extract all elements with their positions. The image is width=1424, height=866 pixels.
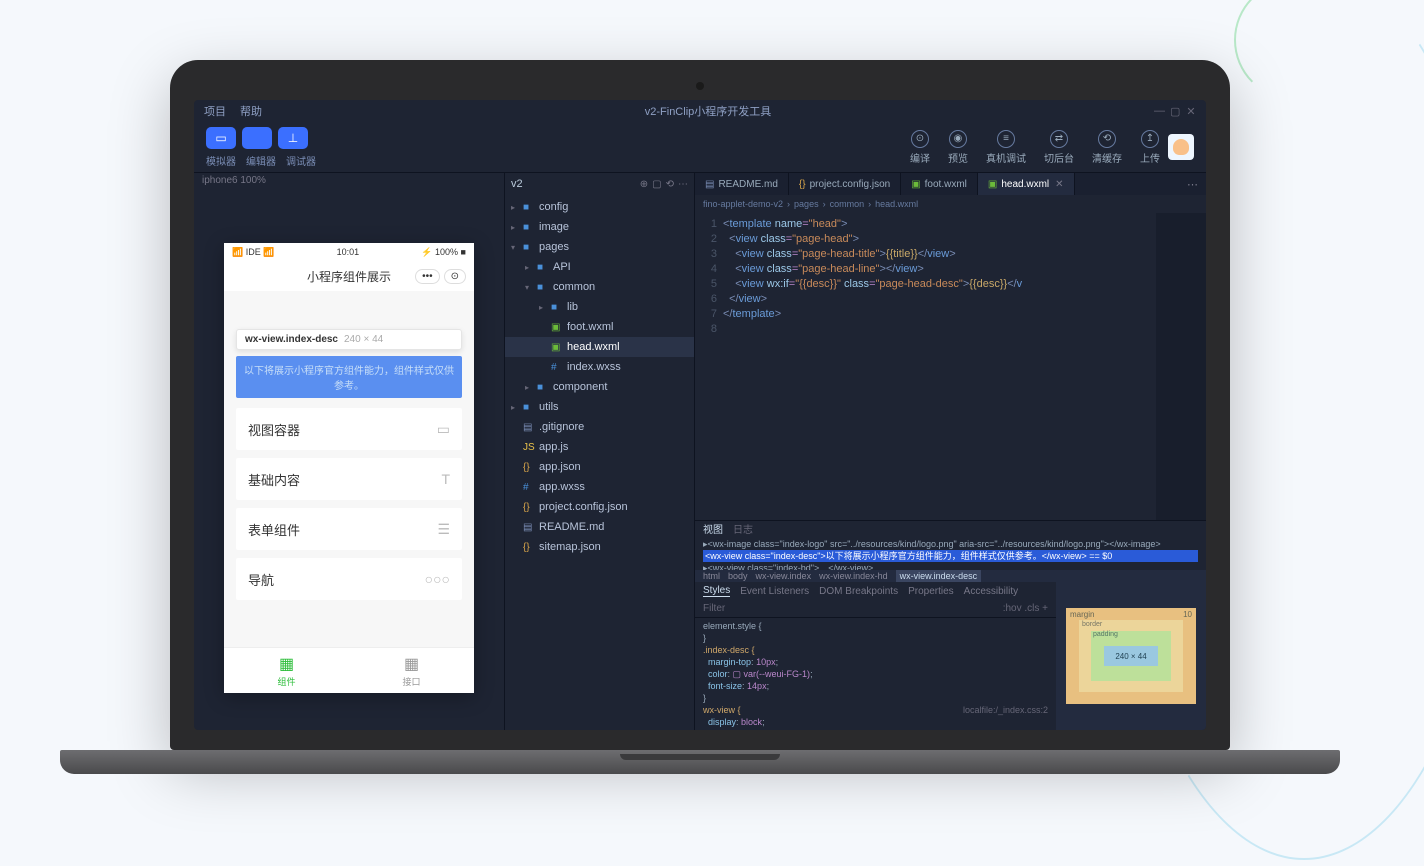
editor-tab[interactable]: ▣head.wxml✕	[978, 173, 1075, 195]
editor-tab[interactable]: {}project.config.json	[789, 173, 901, 195]
capsule-close[interactable]: ⊙	[444, 269, 466, 284]
mode-button[interactable]: ▭	[206, 127, 236, 149]
tree-node[interactable]: {}sitemap.json	[505, 537, 694, 557]
status-left: 📶 IDE 📶	[232, 247, 274, 258]
toolbar: ▭ ⊥ 模拟器编辑器调试器 ⊙编译 ◉预览 ≡真机调试 ⇄切后台 ⟲清缓存 ↥上传	[194, 122, 1206, 172]
status-right: ⚡ 100% ■	[421, 247, 466, 258]
breadcrumbs[interactable]: fino-applet-demo-v2 › pages › common › h…	[695, 195, 1206, 213]
page-title: 小程序组件展示	[307, 268, 391, 285]
mode-button[interactable]	[242, 127, 272, 149]
tabs-overflow[interactable]: ⋯	[1179, 173, 1206, 195]
tree-node[interactable]: ▾■common	[505, 277, 694, 297]
capsule-menu[interactable]: •••	[415, 269, 440, 284]
project-root: v2	[511, 178, 523, 190]
highlighted-text: 以下将展示小程序官方组件能力，组件样式仅供参考。	[236, 356, 462, 398]
laptop-frame: 项目 帮助 v2-FinClip小程序开发工具 —▢✕ ▭ ⊥ 模拟器编辑器调试器…	[170, 60, 1230, 770]
toolbar-action[interactable]: ⇄切后台	[1044, 130, 1074, 165]
file-explorer: v2 ⊕▢⟲⋯ ▸■config▸■image▾■pages▸■API▾■com…	[504, 173, 694, 730]
menu-item[interactable]: 项目	[204, 103, 226, 119]
tree-node[interactable]: ▤.gitignore	[505, 417, 694, 437]
css-rules[interactable]: element.style {}.index-desc {</span></di…	[695, 618, 1056, 730]
device-label: iphone6 100%	[194, 173, 504, 193]
tree-node[interactable]: JSapp.js	[505, 437, 694, 457]
tree-node[interactable]: ▸■API	[505, 257, 694, 277]
style-tab[interactable]: DOM Breakpoints	[819, 586, 898, 597]
list-item[interactable]: 表单组件☰	[236, 508, 462, 550]
sim-tab[interactable]: ▦组件	[224, 648, 349, 693]
toolbar-action[interactable]: ⟲清缓存	[1092, 130, 1122, 165]
tree-node[interactable]: {}project.config.json	[505, 497, 694, 517]
toolbar-action[interactable]: ≡真机调试	[986, 130, 1026, 165]
list-item[interactable]: 基础内容T	[236, 458, 462, 500]
tree-node[interactable]: ▸■image	[505, 217, 694, 237]
tree-node[interactable]: ▤README.md	[505, 517, 694, 537]
window-title: v2-FinClip小程序开发工具	[645, 103, 772, 119]
status-time: 10:01	[337, 247, 360, 257]
minimap[interactable]	[1156, 213, 1206, 520]
styles-toggles[interactable]: :hov .cls +	[1003, 603, 1048, 614]
editor-tab[interactable]: ▣foot.wxml	[901, 173, 978, 195]
devtools-tab[interactable]: 日志	[733, 521, 753, 536]
menubar: 项目 帮助 v2-FinClip小程序开发工具 —▢✕	[194, 100, 1206, 122]
styles-filter[interactable]: Filter	[703, 603, 725, 614]
editor-panel: ▤README.md{}project.config.json▣foot.wxm…	[694, 173, 1206, 730]
tree-node[interactable]: ▸■component	[505, 377, 694, 397]
style-tab[interactable]: Event Listeners	[740, 586, 809, 597]
style-tab[interactable]: Styles	[703, 585, 730, 597]
toolbar-action[interactable]: ◉预览	[948, 130, 968, 165]
tree-node[interactable]: #index.wxss	[505, 357, 694, 377]
tree-node[interactable]: ▾■pages	[505, 237, 694, 257]
phone-preview[interactable]: 📶 IDE 📶 10:01 ⚡ 100% ■ 小程序组件展示 •••⊙ wx-	[224, 243, 474, 693]
explorer-actions[interactable]: ⊕▢⟲⋯	[640, 179, 688, 190]
style-tab[interactable]: Properties	[908, 586, 954, 597]
box-model: 10 240 × 44	[1056, 582, 1206, 730]
tree-node[interactable]: ▣foot.wxml	[505, 317, 694, 337]
avatar[interactable]	[1168, 134, 1194, 160]
sim-tab[interactable]: ▦接口	[349, 648, 474, 693]
toolbar-action[interactable]: ↥上传	[1140, 130, 1160, 165]
tree-node[interactable]: ▣head.wxml	[505, 337, 694, 357]
menu-item[interactable]: 帮助	[240, 103, 262, 119]
inspect-tooltip: wx-view.index-desc 240 × 44	[236, 329, 462, 350]
mode-button[interactable]: ⊥	[278, 127, 308, 149]
tree-node[interactable]: #app.wxss	[505, 477, 694, 497]
devtools-panel: 视图 日志 ▸<wx-image class="index-logo" src=…	[695, 520, 1206, 730]
style-tab[interactable]: Accessibility	[964, 586, 1018, 597]
editor-tab[interactable]: ▤README.md	[695, 173, 789, 195]
code-editor[interactable]: 12345678 <template name="head"> <view cl…	[695, 213, 1206, 520]
tree-node[interactable]: ▸■lib	[505, 297, 694, 317]
tree-node[interactable]: {}app.json	[505, 457, 694, 477]
dom-breadcrumb[interactable]: htmlbodywx-view.indexwx-view.index-hdwx-…	[695, 570, 1206, 582]
toolbar-action[interactable]: ⊙编译	[910, 130, 930, 165]
list-item[interactable]: 导航○○○	[236, 558, 462, 600]
tree-node[interactable]: ▸■config	[505, 197, 694, 217]
simulator-panel: iphone6 100% 📶 IDE 📶 10:01 ⚡ 100% ■ 小程序组…	[194, 173, 504, 730]
list-item[interactable]: 视图容器▭	[236, 408, 462, 450]
dom-tree[interactable]: ▸<wx-image class="index-logo" src="../re…	[695, 536, 1206, 570]
mode-label: 模拟器	[206, 153, 236, 168]
ide-window: 项目 帮助 v2-FinClip小程序开发工具 —▢✕ ▭ ⊥ 模拟器编辑器调试器…	[194, 100, 1206, 730]
devtools-tab[interactable]: 视图	[703, 521, 723, 536]
window-controls[interactable]: —▢✕	[1154, 105, 1196, 118]
mode-label: 编辑器	[246, 153, 276, 168]
mode-label: 调试器	[286, 153, 316, 168]
tree-node[interactable]: ▸■utils	[505, 397, 694, 417]
